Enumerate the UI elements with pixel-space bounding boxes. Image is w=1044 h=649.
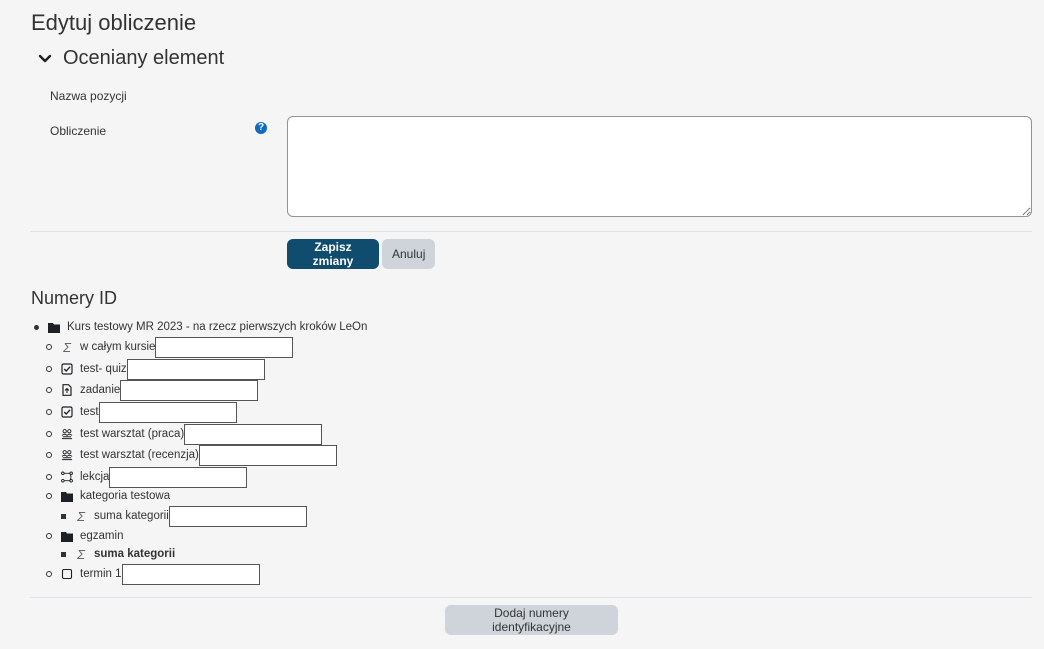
id-numbers-title: Numery ID bbox=[31, 288, 118, 308]
assignment-icon bbox=[61, 384, 73, 396]
folder-icon bbox=[61, 490, 73, 502]
workshop-icon bbox=[61, 428, 73, 440]
sigma-icon: Σ bbox=[77, 508, 85, 524]
bullet-circle bbox=[46, 431, 52, 437]
id-number-input[interactable] bbox=[120, 379, 259, 401]
checkbox-icon bbox=[61, 363, 73, 375]
tree-item-row: termin 1 bbox=[46, 563, 260, 585]
workshop-icon bbox=[61, 449, 73, 461]
item-label: termin 1 bbox=[80, 568, 122, 580]
id-number-input[interactable] bbox=[198, 444, 337, 466]
section-title: Oceniany element bbox=[63, 47, 225, 69]
chevron-down-icon bbox=[38, 54, 52, 62]
id-number-input[interactable] bbox=[98, 401, 237, 423]
item-label: test warsztat (praca) bbox=[80, 428, 185, 440]
course-label: Kurs testowy MR 2023 - na rzecz pierwszy… bbox=[67, 321, 368, 333]
category-label: kategoria testowa bbox=[80, 490, 171, 502]
tree-item-row: test- quiz bbox=[46, 358, 265, 380]
id-number-input[interactable] bbox=[121, 563, 260, 585]
folder-icon bbox=[61, 530, 73, 542]
bullet-circle bbox=[46, 571, 52, 577]
bullet-circle bbox=[46, 493, 52, 499]
id-number-input[interactable] bbox=[155, 336, 294, 358]
item-name-label: Nazwa pozycji bbox=[50, 89, 127, 103]
checkbox-icon bbox=[61, 406, 73, 418]
item-label: w całym kursie bbox=[80, 341, 156, 353]
page-title: Edytuj obliczenie bbox=[31, 10, 197, 35]
tree-item-row: test warsztat (praca) bbox=[46, 423, 323, 445]
tree-item-row: test bbox=[46, 401, 237, 423]
item-label: suma kategorii bbox=[94, 510, 169, 522]
bullet-square bbox=[61, 513, 66, 519]
empty-checkbox-icon bbox=[61, 568, 73, 580]
cancel-button[interactable]: Anuluj bbox=[382, 239, 435, 269]
save-button[interactable]: Zapisz zmiany bbox=[287, 239, 379, 269]
item-label: lekcja bbox=[80, 471, 110, 483]
question-circle-icon[interactable]: ? bbox=[255, 122, 267, 134]
ids-divider bbox=[30, 597, 1032, 598]
bullet-square bbox=[61, 551, 66, 557]
sigma-icon: Σ bbox=[77, 546, 85, 562]
category-label: egzamin bbox=[80, 530, 124, 542]
item-label: zadanie bbox=[80, 384, 121, 396]
item-label: suma kategorii bbox=[94, 548, 176, 560]
bullet-disc bbox=[34, 324, 39, 330]
form-divider bbox=[30, 231, 1032, 232]
tree-item-row: Σ suma kategorii bbox=[61, 505, 307, 527]
bullet-circle bbox=[46, 387, 52, 393]
bullet-circle bbox=[46, 366, 52, 372]
tree-item-row: Σ suma kategorii bbox=[61, 543, 175, 565]
id-number-input[interactable] bbox=[168, 505, 307, 527]
id-number-input[interactable] bbox=[126, 358, 265, 380]
tree-course-row: Kurs testowy MR 2023 - na rzecz pierwszy… bbox=[34, 316, 367, 338]
bullet-circle bbox=[46, 344, 52, 350]
sigma-icon: Σ bbox=[63, 339, 71, 355]
tree-category-row: kategoria testowa bbox=[46, 485, 170, 507]
item-label: test bbox=[80, 406, 99, 418]
calculation-label: Obliczenie bbox=[50, 124, 107, 138]
bullet-circle bbox=[46, 409, 52, 415]
id-number-input[interactable] bbox=[184, 423, 323, 445]
folder-icon bbox=[48, 321, 60, 333]
item-label: test warsztat (recenzja) bbox=[80, 449, 199, 461]
add-id-numbers-button[interactable]: Dodaj numery identyfikacyjne bbox=[445, 605, 618, 635]
bullet-circle bbox=[46, 533, 52, 539]
tree-item-row: zadanie bbox=[46, 379, 259, 401]
bullet-circle bbox=[46, 452, 52, 458]
bullet-circle bbox=[46, 474, 52, 480]
tree-item-row: test warsztat (recenzja) bbox=[46, 444, 337, 466]
section-toggle-graded-item[interactable]: Oceniany element bbox=[38, 47, 224, 70]
calculation-input[interactable] bbox=[287, 116, 1032, 217]
lesson-icon bbox=[61, 471, 73, 483]
tree-item-row: Σ w całym kursie bbox=[46, 336, 294, 358]
item-label: test- quiz bbox=[80, 363, 127, 375]
